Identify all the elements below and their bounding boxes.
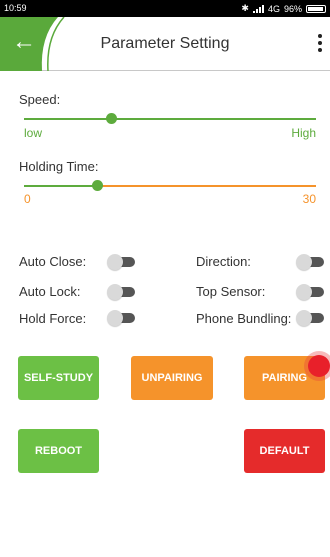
speed-label: Speed: — [19, 92, 61, 107]
speed-track-filled[interactable] — [24, 118, 112, 120]
status-bar: 10:59 ✱ 4G 96% — [0, 0, 330, 17]
speed-slider-thumb[interactable] — [106, 113, 118, 124]
hold-force-toggle[interactable] — [107, 310, 135, 326]
back-arrow-icon: ← — [12, 28, 36, 55]
battery-icon — [306, 4, 326, 13]
reboot-button[interactable]: REBOOT — [18, 429, 99, 473]
app-header: ← Parameter Setting — [0, 17, 330, 71]
back-button[interactable]: ← — [0, 17, 70, 71]
auto-close-label: Auto Close: — [19, 254, 87, 269]
default-button[interactable]: DEFAULT — [244, 429, 325, 473]
speed-max-label: High — [291, 126, 316, 140]
direction-toggle[interactable] — [296, 254, 324, 270]
hold-force-label: Hold Force: — [19, 311, 87, 326]
battery-percent: 96% — [283, 3, 302, 14]
holding-time-slider-thumb[interactable] — [91, 180, 103, 191]
bluetooth-icon: ✱ — [241, 3, 249, 13]
auto-close-toggle[interactable] — [107, 254, 135, 270]
speed-track-remaining[interactable] — [111, 118, 316, 120]
speed-min-label: low — [24, 126, 43, 140]
signal-icon — [252, 4, 264, 13]
network-type: 4G — [267, 3, 280, 14]
top-sensor-toggle[interactable] — [296, 284, 324, 300]
holding-time-track-remaining[interactable] — [97, 185, 316, 187]
self-study-button[interactable]: SELF-STUDY — [18, 356, 99, 400]
direction-label: Direction: — [196, 254, 251, 269]
holding-time-min-label: 0 — [24, 192, 31, 206]
auto-lock-toggle[interactable] — [107, 284, 135, 300]
status-time: 10:59 — [4, 3, 27, 13]
holding-time-track-filled[interactable] — [24, 185, 97, 187]
phone-bundling-toggle[interactable] — [296, 310, 324, 326]
top-sensor-label: Top Sensor: — [196, 284, 266, 299]
touch-indicator — [308, 355, 330, 377]
phone-bundling-label: Phone Bundling: — [196, 311, 292, 326]
unpairing-button[interactable]: UNPAIRING — [131, 356, 213, 400]
more-vertical-icon[interactable] — [316, 31, 324, 57]
status-icons: ✱ 4G 96% — [241, 3, 326, 14]
holding-time-max-label: 30 — [302, 192, 316, 206]
auto-lock-label: Auto Lock: — [19, 284, 81, 299]
holding-time-label: Holding Time: — [19, 159, 99, 174]
